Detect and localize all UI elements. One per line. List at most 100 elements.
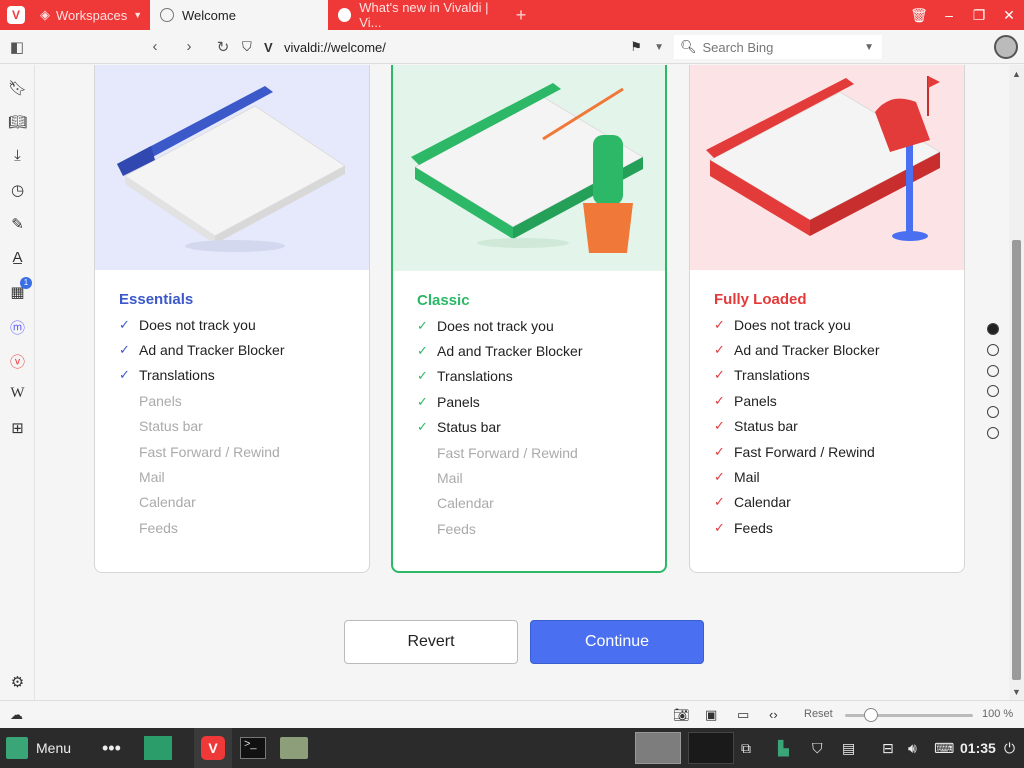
workspace-2[interactable]: [688, 728, 734, 768]
clock[interactable]: 01:35: [960, 728, 996, 768]
continue-button[interactable]: Continue: [530, 620, 704, 664]
zoom-reset[interactable]: Reset: [804, 708, 833, 720]
terminal-icon[interactable]: >_: [240, 728, 266, 768]
update-manager-icon[interactable]: ▙: [778, 728, 789, 768]
reading-list-icon[interactable]: 📖︎: [0, 113, 35, 131]
back-icon[interactable]: ‹: [138, 38, 172, 55]
translate-icon[interactable]: A̲: [0, 249, 35, 266]
mint-logo-icon: [6, 737, 28, 759]
feature-list: ✓ Does not track you ✓ Ad and Tracker Bloc…: [417, 313, 583, 542]
settings-icon[interactable]: ⚙: [0, 673, 35, 691]
search-field[interactable]: 🔍︎ Search Bing ▼: [674, 35, 882, 59]
downloads-icon[interactable]: ⤓: [0, 147, 35, 164]
check-icon: ✓: [714, 342, 725, 358]
card-essentials[interactable]: Essentials ✓ Does not track you ✓ Ad and T…: [94, 65, 370, 573]
page-dot[interactable]: [987, 323, 999, 335]
workspaces-button[interactable]: ◈ Workspaces ▼: [32, 0, 150, 30]
reload-icon[interactable]: ↻: [206, 38, 240, 56]
check-icon: ✓: [417, 419, 428, 435]
page-dot[interactable]: [987, 426, 999, 439]
scroll-down-icon[interactable]: ▼: [1012, 687, 1021, 697]
add-panel-icon[interactable]: ⊞: [0, 419, 35, 437]
vivaldi-menu-button[interactable]: V: [0, 0, 32, 30]
window-switcher-icon[interactable]: ⧉: [741, 728, 751, 768]
tab-welcome[interactable]: Welcome: [150, 0, 328, 30]
notes-tray-icon[interactable]: ▤: [842, 728, 855, 768]
card-fully-loaded[interactable]: Fully Loaded ✓ Does not track you ✓ Ad and…: [689, 65, 965, 573]
cloud-sync-icon[interactable]: ☁: [10, 707, 23, 723]
scroll-up-icon[interactable]: ▲: [1012, 69, 1021, 79]
list-item: Fast Forward / Rewind: [139, 443, 280, 460]
tab-bar: V ◈ Workspaces ▼ Welcome What's new in V…: [0, 0, 1024, 30]
volume-icon[interactable]: 🔊︎: [908, 728, 917, 768]
workspace-1[interactable]: [635, 728, 681, 768]
network-icon[interactable]: ⊟: [882, 728, 894, 768]
notification-badge: 1: [20, 277, 32, 289]
app-grid-icon[interactable]: •••: [102, 728, 121, 768]
check-icon: ✓: [714, 367, 725, 383]
image-icon[interactable]: ▣: [705, 707, 717, 723]
check-icon: ✓: [119, 316, 130, 332]
power-icon[interactable]: ⏻: [1004, 728, 1015, 768]
notes-icon[interactable]: ✎: [0, 215, 35, 233]
check-icon: ✓: [417, 368, 428, 384]
file-manager-icon[interactable]: [280, 728, 308, 768]
list-item: ✓ Does not track you: [119, 316, 256, 333]
trash-icon[interactable]: 🗑: [904, 7, 934, 24]
page-dot[interactable]: [987, 385, 999, 398]
history-icon[interactable]: ◷: [0, 181, 35, 199]
card-title: Fully Loaded: [714, 291, 807, 308]
check-icon: ✓: [119, 367, 130, 383]
tab-title: Welcome: [182, 7, 236, 23]
wikipedia-icon[interactable]: W: [0, 385, 35, 402]
keyboard-icon[interactable]: ⌨: [934, 728, 954, 768]
list-item: ✓ Ad and Tracker Blocker: [417, 343, 583, 360]
scrollbar-thumb[interactable]: [1012, 240, 1021, 680]
list-item: Fast Forward / Rewind: [437, 444, 578, 461]
minimize-icon[interactable]: –: [934, 7, 964, 23]
url-text: vivaldi://welcome/: [284, 39, 386, 55]
vivaldi-social-icon[interactable]: ⓥ: [0, 351, 35, 372]
card-classic[interactable]: Classic ✓ Does not track you ✓ Ad and Trac…: [391, 65, 667, 573]
check-icon: ✓: [417, 393, 428, 409]
list-item: ✓ Feeds: [714, 519, 773, 536]
profile-avatar[interactable]: [994, 35, 1018, 59]
page-dot[interactable]: [987, 364, 999, 377]
search-placeholder: Search Bing: [702, 39, 774, 55]
forward-icon[interactable]: ›: [172, 38, 206, 55]
list-item: ✓ Translations: [119, 367, 215, 384]
camera-icon[interactable]: 📷︎: [673, 707, 690, 723]
shield-icon: ⛉: [242, 39, 252, 54]
tab-whats-new[interactable]: What's new in Vivaldi | Vi...: [328, 0, 506, 30]
url-field[interactable]: ⛉ V vivaldi://welcome/ ⚑ ▼: [242, 35, 670, 59]
vertical-scrollbar[interactable]: ▲ ▼: [1009, 65, 1024, 700]
zoom-slider-handle[interactable]: [864, 708, 878, 722]
check-icon: ✓: [417, 317, 428, 333]
list-item: Mail: [437, 470, 463, 487]
mastodon-icon[interactable]: ⓜ: [0, 317, 35, 338]
chevron-down-icon[interactable]: ▼: [654, 42, 664, 53]
bookmarks-icon[interactable]: 🔖︎: [0, 79, 35, 97]
revert-button[interactable]: Revert: [344, 620, 518, 664]
start-menu-button[interactable]: Menu: [6, 728, 71, 768]
bookmark-icon[interactable]: ⚑: [630, 39, 642, 55]
shield-icon[interactable]: ⛉: [812, 728, 823, 768]
code-icon[interactable]: ‹›: [769, 707, 778, 722]
list-item: Panels: [139, 392, 182, 409]
restore-icon[interactable]: ❐: [964, 7, 994, 24]
list-item: ✓ Translations: [714, 367, 810, 384]
globe-icon: [160, 8, 174, 22]
chevron-down-icon[interactable]: ▼: [864, 42, 874, 53]
vivaldi-taskbar-icon[interactable]: V: [194, 728, 232, 768]
classic-illustration: [393, 65, 665, 271]
page-dot[interactable]: [987, 406, 999, 419]
close-icon[interactable]: ✕: [994, 7, 1024, 24]
new-tab-button[interactable]: +: [506, 0, 536, 30]
check-icon: ✓: [714, 418, 725, 434]
panel-toggle-icon[interactable]: ◧: [0, 38, 34, 56]
show-desktop-icon[interactable]: [144, 728, 172, 768]
list-item: ✓ Fast Forward / Rewind: [714, 443, 875, 460]
page-dot[interactable]: [987, 343, 999, 356]
list-item: ✓ Panels: [714, 392, 777, 409]
page-tiling-icon[interactable]: ▭: [737, 707, 749, 723]
